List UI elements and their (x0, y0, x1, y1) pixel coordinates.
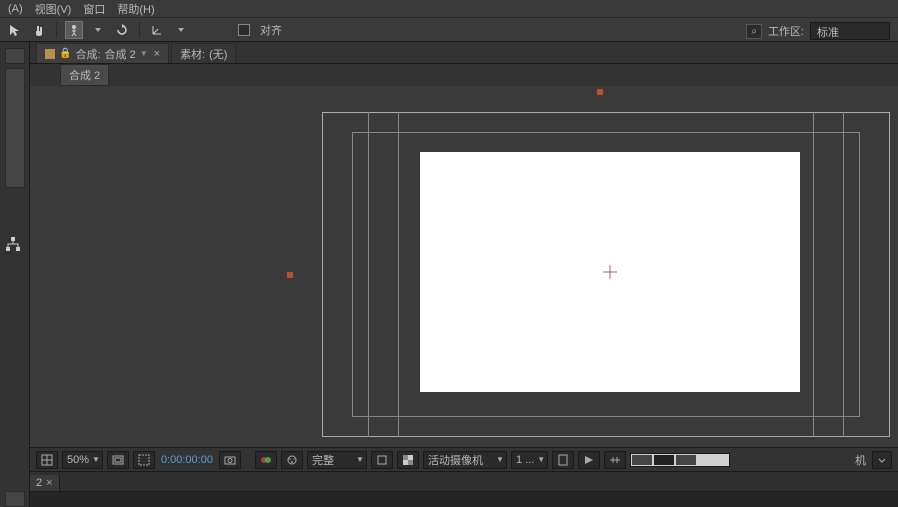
composition-tab[interactable]: 🔒 合成: 合成 2 ▼ × (36, 43, 169, 63)
menu-window[interactable]: 窗口 (77, 1, 111, 17)
workspace-selector[interactable]: 标准 (810, 22, 890, 40)
menu-bar: (A) 视图(V) 窗口 帮助(H) (0, 0, 898, 18)
panel-stub[interactable] (5, 68, 25, 188)
material-label: 素材: (180, 46, 205, 62)
zoom-selector[interactable]: 50%▼ (62, 451, 103, 469)
separator (139, 22, 140, 38)
panel-stub[interactable] (5, 48, 25, 64)
camera-selector[interactable]: 活动摄像机▼ (423, 451, 507, 469)
panel-stub[interactable] (5, 491, 25, 507)
left-panel (0, 42, 30, 507)
viewer-footer: 50%▼ 0:00:00:00 完整▼ 活动摄像机▼ 1 ...▼ 机 (30, 447, 898, 471)
flowchart-icon[interactable] (5, 236, 25, 252)
composition-viewer[interactable] (30, 86, 898, 447)
color-swatch-icon (45, 49, 55, 59)
search-button[interactable]: ⌕ (746, 24, 762, 39)
material-value: (无) (209, 46, 227, 62)
rotate-tool-icon[interactable] (113, 21, 131, 39)
dropdown-icon[interactable] (89, 21, 107, 39)
align-checkbox[interactable] (238, 24, 250, 36)
anchor-point-icon (603, 265, 617, 279)
view-count-selector[interactable]: 1 ...▼ (511, 451, 548, 469)
menu-view[interactable]: 视图(V) (29, 1, 78, 17)
expand-icon[interactable] (872, 451, 892, 469)
selection-handle[interactable] (287, 272, 293, 278)
menu-help[interactable]: 帮助(H) (111, 1, 160, 17)
timeline-panel[interactable] (30, 491, 898, 507)
timecode-display[interactable]: 0:00:00:00 (159, 454, 215, 466)
machine-label: 机 (853, 452, 868, 468)
workspace-label: 工作区: (768, 23, 804, 39)
close-icon[interactable]: × (154, 48, 160, 60)
ram-preview-bar (630, 453, 730, 467)
dropdown-icon[interactable] (172, 21, 190, 39)
separator (56, 22, 57, 38)
fast-preview-icon[interactable] (578, 451, 600, 469)
puppet-tool-icon[interactable] (65, 21, 83, 39)
timeline-tab[interactable]: 2 × (30, 475, 60, 491)
channel-icon[interactable] (255, 451, 277, 469)
align-label: 对齐 (260, 22, 282, 38)
safe-zone-icon[interactable] (107, 451, 129, 469)
snapshot-icon[interactable] (219, 451, 241, 469)
composition-canvas[interactable] (420, 152, 800, 392)
close-icon[interactable]: × (46, 477, 52, 489)
chevron-down-icon[interactable]: ▼ (140, 49, 148, 58)
selection-handle[interactable] (597, 89, 603, 95)
hand-tool-icon[interactable] (30, 21, 48, 39)
subtab-comp[interactable]: 合成 2 (60, 64, 109, 86)
tab-comp-name: 合成 2 (105, 46, 136, 62)
timeline-icon[interactable] (604, 451, 626, 469)
composition-tab-bar: 🔒 合成: 合成 2 ▼ × 素材: (无) (30, 42, 898, 64)
pixel-aspect-icon[interactable] (552, 451, 574, 469)
region-icon[interactable] (371, 451, 393, 469)
sub-tab-bar: 合成 2 (30, 64, 898, 86)
transparency-grid-icon[interactable] (397, 451, 419, 469)
axis-tool-icon[interactable] (148, 21, 166, 39)
grid-toggle-icon[interactable] (36, 451, 58, 469)
tab-prefix: 合成: (75, 46, 100, 62)
color-mgmt-icon[interactable] (281, 451, 303, 469)
canvas-bounds (290, 92, 898, 447)
lock-icon: 🔒 (59, 48, 71, 59)
timeline-tab-bar: 2 × (30, 471, 898, 491)
mask-toggle-icon[interactable] (133, 451, 155, 469)
menu-a[interactable]: (A) (2, 3, 29, 15)
material-tab[interactable]: 素材: (无) (171, 43, 236, 63)
resolution-selector[interactable]: 完整▼ (307, 451, 367, 469)
selection-tool-icon[interactable] (6, 21, 24, 39)
workspace-area: ⌕ 工作区: 标准 (746, 22, 890, 40)
